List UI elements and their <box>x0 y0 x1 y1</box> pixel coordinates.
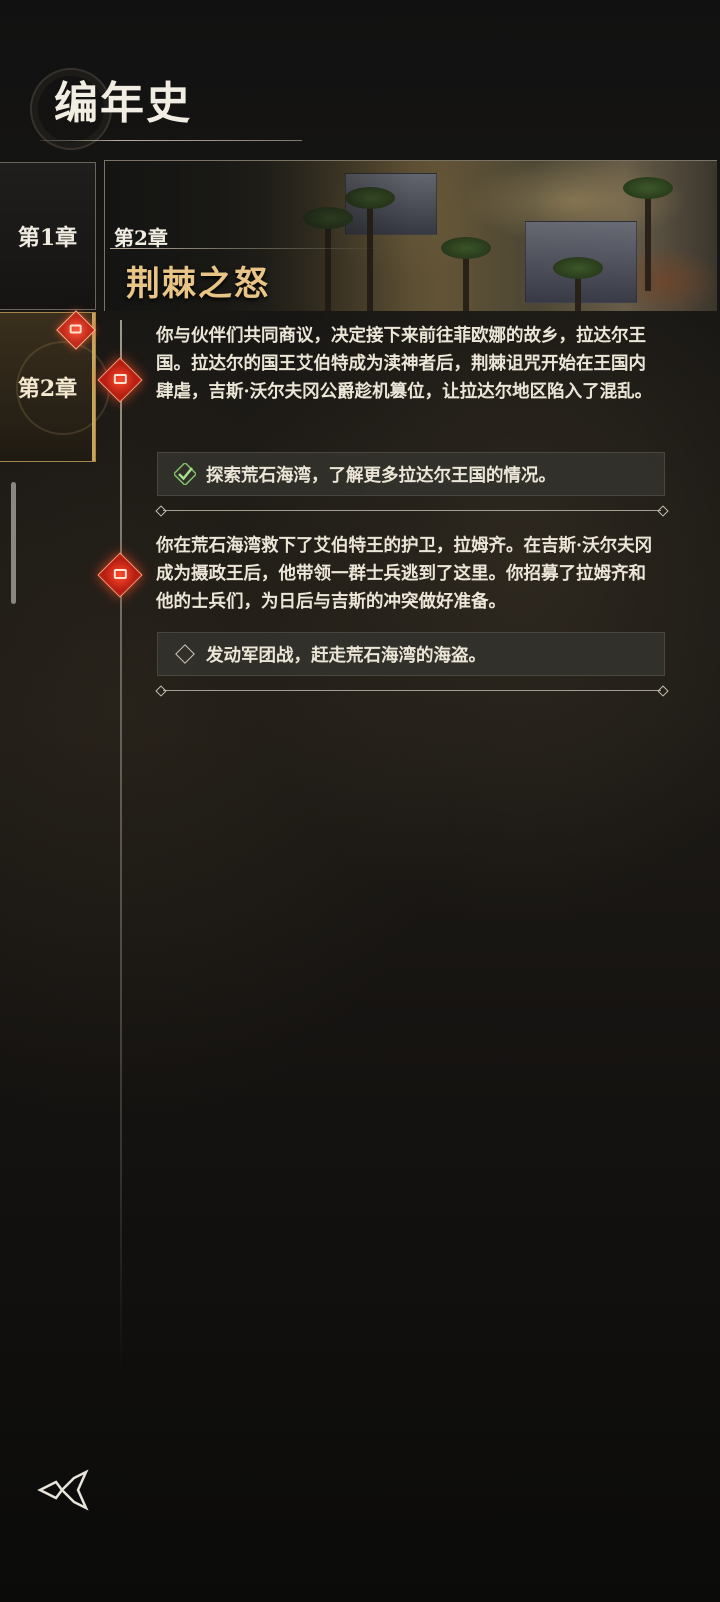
chapter-divider <box>110 248 380 249</box>
entry-1-objective-label: 探索荒石海湾，了解更多拉达尔王国的情况。 <box>206 465 556 486</box>
tab-chapter-2-label: 第2章 <box>17 376 78 402</box>
page-title: 编年史 <box>54 78 192 129</box>
title-divider <box>40 140 302 141</box>
chapter-number: 第2章 <box>114 226 168 250</box>
tab-chapter-1[interactable]: 第1章 <box>0 162 96 310</box>
tab-scrollbar[interactable] <box>11 482 16 604</box>
check-icon <box>174 463 196 485</box>
treasure-chest-icon[interactable] <box>97 552 143 598</box>
back-arrow-icon[interactable] <box>36 1468 92 1512</box>
header: 编年史 <box>0 60 310 150</box>
entry-1-text: 你与伙伴们共同商议，决定接下来前往菲欧娜的故乡，拉达尔王国。拉达尔的国王艾伯特成… <box>156 326 653 402</box>
entry-2-text: 你在荒石海湾救下了艾伯特王的护卫，拉姆齐。在吉斯·沃尔夫冈成为摄政王后，他带领一… <box>156 536 653 612</box>
diamond-icon <box>175 644 195 664</box>
tab-chapter-1-label: 第1章 <box>17 225 78 251</box>
entry-1-objective: 探索荒石海湾，了解更多拉达尔王国的情况。 <box>157 452 665 496</box>
entry-divider <box>155 685 669 697</box>
timeline-line <box>120 320 122 1370</box>
entry-2-objective: 发动军团战，赶走荒石海湾的海盗。 <box>157 632 665 676</box>
entry-2-objective-label: 发动军团战，赶走荒石海湾的海盗。 <box>206 645 486 666</box>
chapter-title: 荆棘之怒 <box>126 264 270 304</box>
entry-divider <box>155 505 669 517</box>
